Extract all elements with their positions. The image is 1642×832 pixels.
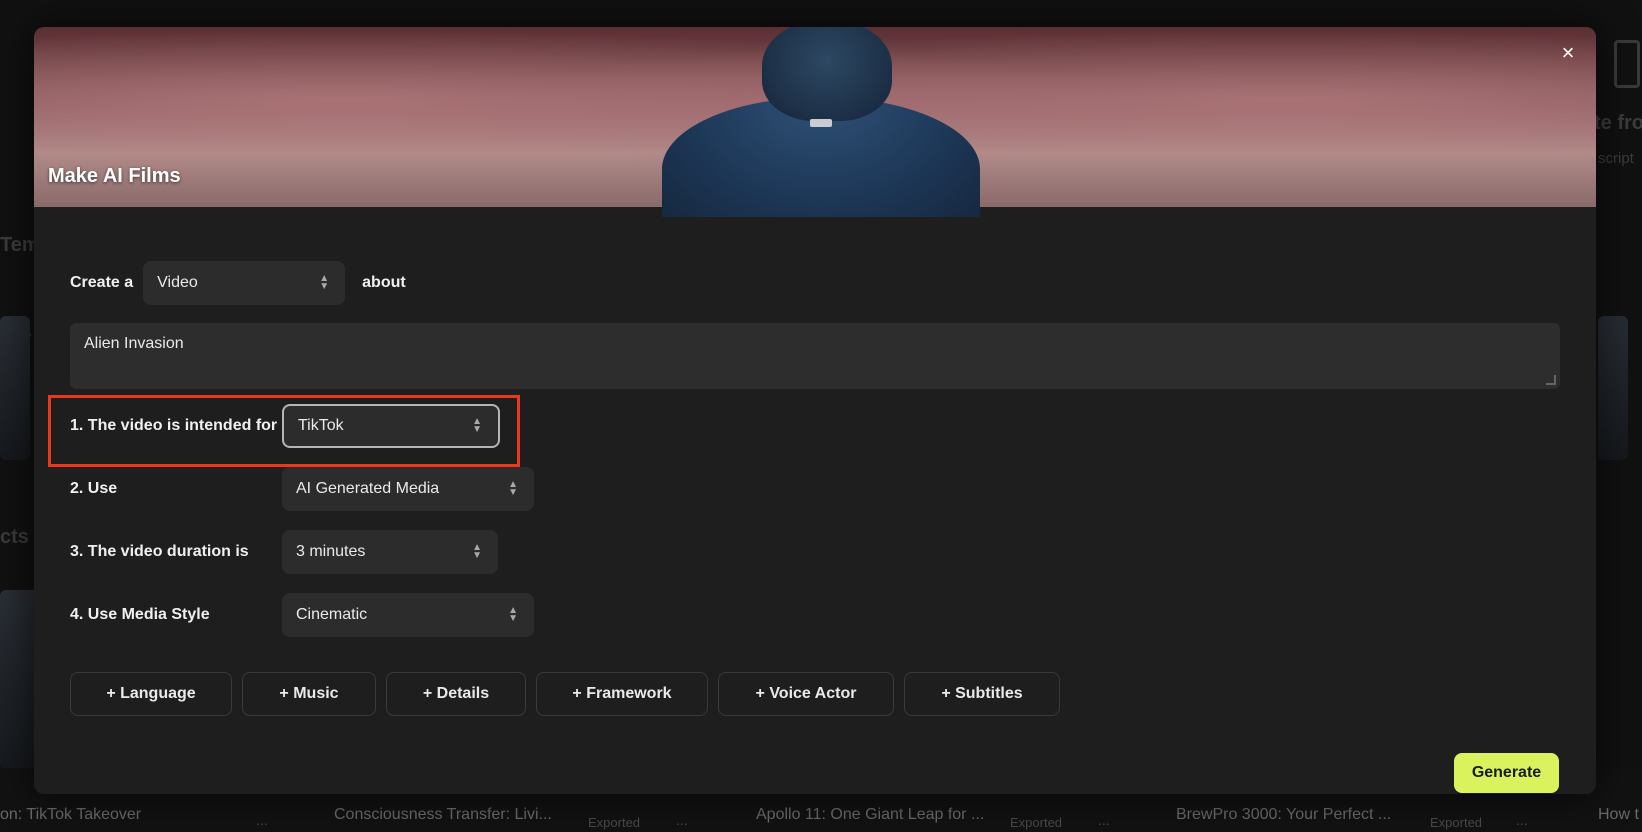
bg-thumbnail [1598, 316, 1628, 460]
option-row-duration: 3. The video duration is 3 minutes ▲ ▼ [70, 530, 498, 574]
bg-card-menu-icon: ... [256, 812, 268, 828]
add-music-button[interactable]: + Music [242, 672, 376, 716]
modal-title: Make AI Films [48, 165, 181, 187]
media-select[interactable]: AI Generated Media ▲ ▼ [282, 467, 534, 511]
hero-banner: Make AI Films [34, 27, 1596, 217]
option-row-media: 2. Use AI Generated Media ▲ ▼ [70, 467, 534, 511]
bg-card-menu-icon: ... [1516, 812, 1528, 828]
style-label: 4. Use Media Style [70, 606, 210, 623]
close-icon[interactable]: × [1556, 41, 1580, 65]
create-row: Create a Video ▲ ▼ about [70, 261, 406, 305]
bg-card-title: Consciousness Transfer: Livi... [334, 806, 552, 823]
bg-card-menu-icon: ... [1098, 812, 1110, 828]
chevron-updown-icon: ▲ ▼ [508, 479, 518, 498]
generate-button[interactable]: Generate [1454, 753, 1559, 793]
resize-handle-icon[interactable] [1546, 375, 1556, 385]
platform-select[interactable]: TikTok ▲ ▼ [282, 404, 500, 448]
chevron-updown-icon: ▲ ▼ [319, 273, 330, 292]
topic-textarea[interactable]: Alien Invasion [70, 323, 1560, 389]
format-select-value: Video [157, 274, 198, 291]
bg-card-status: Exported [588, 815, 641, 830]
media-select-value: AI Generated Media [296, 480, 440, 497]
bg-card-title: on: TikTok Takeover [0, 806, 142, 823]
duration-select[interactable]: 3 minutes ▲ ▼ [282, 530, 498, 574]
hooded-figure-image [662, 27, 980, 217]
option-row-style: 4. Use Media Style Cinematic ▲ ▼ [70, 593, 534, 637]
bg-thumbnail [0, 316, 30, 460]
chevron-updown-icon: ▲ ▼ [472, 416, 482, 435]
platform-select-value: TikTok [298, 417, 344, 434]
bg-create-from-label: te fro [1594, 112, 1642, 134]
style-select-value: Cinematic [296, 606, 368, 623]
chevron-updown-icon: ▲ ▼ [508, 605, 518, 624]
add-details-button[interactable]: + Details [386, 672, 526, 716]
add-language-button[interactable]: + Language [70, 672, 232, 716]
add-framework-button[interactable]: + Framework [536, 672, 708, 716]
media-label: 2. Use [70, 480, 118, 497]
bg-create-from-sub: script [1598, 150, 1634, 167]
bg-card-title: How t [1598, 806, 1639, 823]
bg-section-label: cts [0, 526, 29, 548]
create-label: Create a [70, 274, 134, 291]
style-select[interactable]: Cinematic ▲ ▼ [282, 593, 534, 637]
duration-label: 3. The video duration is [70, 543, 249, 560]
topic-value: Alien Invasion [84, 335, 184, 352]
bg-card-menu-icon: ... [676, 812, 688, 828]
document-icon [1614, 40, 1640, 88]
add-subtitles-button[interactable]: + Subtitles [904, 672, 1060, 716]
option-row-platform: 1. The video is intended for TikTok ▲ ▼ [70, 404, 500, 448]
duration-select-value: 3 minutes [296, 543, 366, 560]
about-label: about [362, 274, 406, 291]
format-select[interactable]: Video ▲ ▼ [143, 261, 346, 305]
bg-card-title: BrewPro 3000: Your Perfect ... [1176, 806, 1392, 823]
platform-label: 1. The video is intended for [70, 417, 278, 434]
make-ai-films-modal: Make AI Films × Create a Video ▲ ▼ about … [34, 27, 1596, 794]
chevron-updown-icon: ▲ ▼ [472, 542, 482, 561]
bg-card-status: Exported [1430, 815, 1483, 830]
bg-card-status: Exported [1010, 815, 1063, 830]
addon-chips: + Language + Music + Details + Framework… [70, 672, 1060, 716]
add-voice-actor-button[interactable]: + Voice Actor [718, 672, 894, 716]
bg-card-title: Apollo 11: One Giant Leap for ... [756, 806, 985, 823]
